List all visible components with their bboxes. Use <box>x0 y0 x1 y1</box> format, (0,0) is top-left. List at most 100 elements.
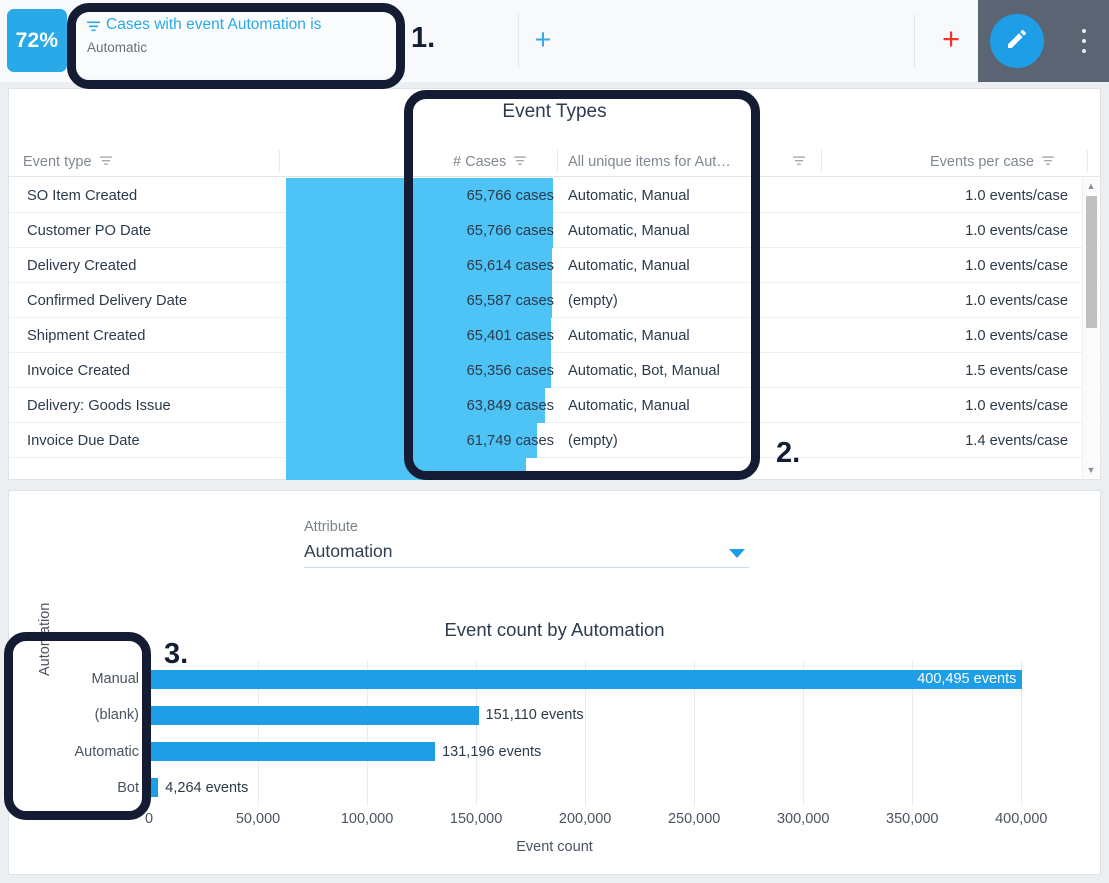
kebab-dot-2 <box>1082 39 1086 43</box>
cell-events-per-case: 1.0 events/case <box>965 222 1068 239</box>
chart-bar[interactable] <box>149 705 479 725</box>
chart-y-axis-title: Automation <box>37 602 53 676</box>
column-header-unique-items-filter[interactable] <box>793 147 805 177</box>
top-toolbar: 72% Cases with event Automation is Autom… <box>0 0 1109 82</box>
panel-title: Event Types <box>502 101 607 122</box>
cell-events-per-case: 1.0 events/case <box>965 187 1068 204</box>
table-row[interactable]: Delivery: Goods Issue 63,849 cases Automat… <box>9 388 1102 423</box>
column-header-unique-items[interactable]: All unique items for Aut… <box>568 147 731 177</box>
scrollbar-thumb[interactable] <box>1086 196 1097 328</box>
column-header-events-per-case[interactable]: Events per case <box>930 147 1054 177</box>
cell-event-type: Confirmed Delivery Date <box>27 292 187 309</box>
chart-bar-value-label: 400,495 events <box>917 671 1017 688</box>
kpi-value: 72% <box>15 28 59 52</box>
chart-x-tick-label: 300,000 <box>776 811 830 827</box>
column-divider <box>821 150 822 172</box>
chevron-down-icon[interactable] <box>729 549 745 558</box>
cell-events-per-case: 1.4 events/case <box>965 432 1068 449</box>
cell-unique-items: Automatic, Manual <box>568 187 690 204</box>
chart-bar[interactable] <box>149 742 436 762</box>
column-header-events-per-case-label: Events per case <box>930 154 1034 170</box>
chart-bar-value-label: 4,264 events <box>165 779 249 796</box>
chart-y-tick-label: Automatic <box>74 743 139 760</box>
table-scrollbar[interactable]: ▲ ▼ <box>1082 178 1098 478</box>
toolbar-divider <box>518 14 519 68</box>
cell-unique-items: Automatic, Manual <box>568 397 690 414</box>
cell-cases: 65,614 cases <box>466 257 554 274</box>
filter-icon <box>87 18 100 37</box>
cell-cases: 65,587 cases <box>466 292 554 309</box>
event-types-panel: Event Types Event type # Cases All uniqu… <box>8 88 1102 480</box>
table-row[interactable]: Customer PO Date 65,766 cases Automatic, M… <box>9 213 1102 248</box>
filter-icon[interactable] <box>793 154 805 170</box>
table-row[interactable]: Confirmed Delivery Date 65,587 cases (empt… <box>9 283 1102 318</box>
table-row[interactable]: Invoice Due Date 61,749 cases (empty) 1.4 e… <box>9 423 1102 458</box>
cell-event-type: Invoice Created <box>27 362 130 379</box>
cell-unique-items: (empty) <box>568 292 618 309</box>
column-divider <box>557 150 558 172</box>
edit-button[interactable] <box>990 14 1044 68</box>
column-header-event-type[interactable]: Event type <box>23 147 112 177</box>
cell-event-type: Shipment Created <box>27 327 146 344</box>
filter-icon[interactable] <box>514 154 527 170</box>
column-header-cases-label: # Cases <box>453 154 507 170</box>
filter-card[interactable]: Cases with event Automation is Automatic <box>75 7 397 76</box>
table-row[interactable] <box>9 458 1102 480</box>
more-options-button[interactable] <box>1074 26 1094 56</box>
cell-event-type: Invoice Due Date <box>27 432 140 449</box>
cell-events-per-case: 1.0 events/case <box>965 397 1068 414</box>
annotation-number-3: 3. <box>164 638 189 670</box>
scroll-down-arrow-icon[interactable]: ▼ <box>1083 462 1099 478</box>
chart-panel: Attribute Automation Event count by Auto… <box>8 490 1101 875</box>
column-header-unique-items-label: All unique items for Aut… <box>568 154 731 170</box>
attribute-value: Automation <box>304 541 393 561</box>
attribute-selector[interactable]: Attribute Automation <box>304 519 749 568</box>
attribute-dropdown[interactable]: Automation <box>304 541 749 568</box>
cell-cases: 65,401 cases <box>466 327 554 344</box>
app-root: 72% Cases with event Automation is Autom… <box>0 0 1109 883</box>
annotation-number-2: 2. <box>776 437 801 469</box>
cell-unique-items: (empty) <box>568 432 618 449</box>
table-body[interactable]: SO Item Created 65,766 cases Automatic, Ma… <box>9 178 1102 480</box>
add-filter-button[interactable]: + <box>529 26 557 55</box>
kpi-badge[interactable]: 72% <box>7 9 67 72</box>
chart-y-tick-label: (blank) <box>94 707 139 724</box>
cell-cases: 61,749 cases <box>466 432 554 449</box>
chart-bar[interactable] <box>149 778 159 798</box>
cell-unique-items: Automatic, Bot, Manual <box>568 362 720 379</box>
kebab-dot-1 <box>1082 29 1086 33</box>
chart-x-tick-label: 400,000 <box>995 811 1048 827</box>
table-row[interactable]: Shipment Created 65,401 cases Automatic, M… <box>9 318 1102 353</box>
chart-plot-area: Manual 400,495 events (blank) 151,110 event… <box>75 661 1054 806</box>
cell-event-type: Delivery Created <box>27 257 137 274</box>
chart-y-tick-label: Bot <box>117 779 139 796</box>
cell-events-per-case: 1.0 events/case <box>965 292 1068 309</box>
chart-x-tick-label: 0 <box>144 811 154 827</box>
filter-icon[interactable] <box>1042 154 1054 170</box>
cell-event-type: SO Item Created <box>27 187 138 204</box>
toolbar-separator <box>914 14 915 68</box>
cell-cases: 65,766 cases <box>466 187 554 204</box>
pencil-icon <box>1005 27 1029 56</box>
chart-x-tick-label: 350,000 <box>886 811 939 827</box>
column-header-event-type-label: Event type <box>23 154 92 170</box>
column-header-cases[interactable]: # Cases <box>453 147 527 177</box>
cell-events-per-case: 1.5 events/case <box>965 362 1068 379</box>
filter-icon[interactable] <box>99 154 112 170</box>
cell-cases: 63,849 cases <box>466 397 554 414</box>
cell-unique-items: Automatic, Manual <box>568 222 690 239</box>
scroll-up-arrow-icon[interactable]: ▲ <box>1083 178 1099 194</box>
add-component-button[interactable]: + <box>936 23 966 55</box>
kebab-dot-3 <box>1082 49 1086 53</box>
chart-bar[interactable] <box>149 669 1023 689</box>
table-row[interactable]: Invoice Created 65,356 cases Automatic, Bo… <box>9 353 1102 388</box>
table-row[interactable]: SO Item Created 65,766 cases Automatic, Ma… <box>9 178 1102 213</box>
chart-y-tick-label: Manual <box>91 671 139 688</box>
cell-cases: 65,356 cases <box>466 362 554 379</box>
cell-cases <box>389 458 554 480</box>
table-row[interactable]: Delivery Created 65,614 cases Automatic, M… <box>9 248 1102 283</box>
chart-x-tick-label: 150,000 <box>449 811 503 827</box>
cell-unique-items: Automatic, Manual <box>568 257 690 274</box>
filter-value-text: Automatic <box>87 40 148 55</box>
chart-bar-value-label: 131,196 events <box>442 743 542 760</box>
